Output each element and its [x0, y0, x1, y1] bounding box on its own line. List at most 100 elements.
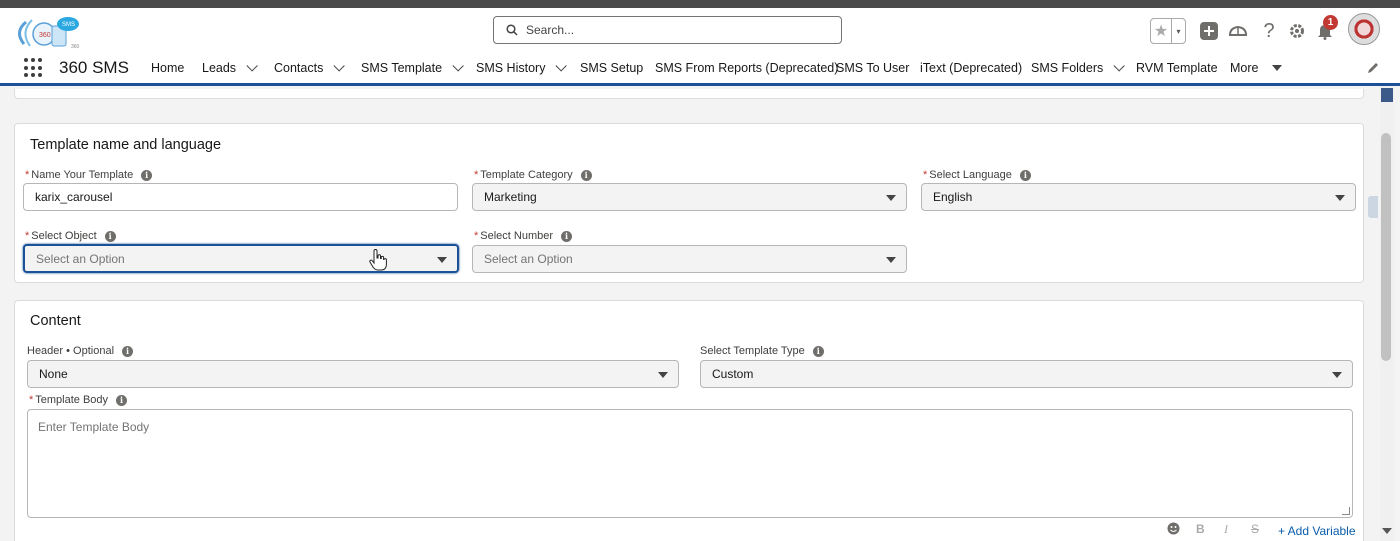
info-icon[interactable]: i: [141, 169, 153, 181]
template-category-select[interactable]: Marketing: [472, 183, 907, 211]
app-navigation-bar: 360 SMS Home Leads Contacts SMS Template…: [0, 52, 1400, 86]
header-select[interactable]: None: [27, 360, 679, 388]
required-marker: *: [474, 169, 479, 181]
select-placeholder: Select an Option: [36, 251, 125, 266]
info-icon[interactable]: i: [122, 345, 134, 357]
nav-item-label: SMS Setup: [580, 61, 644, 75]
nav-item-sms-to-user[interactable]: SMS To User: [836, 61, 909, 75]
previous-section-card: [14, 89, 1364, 99]
nav-item-contacts[interactable]: Contacts: [274, 60, 346, 75]
object-select[interactable]: Select an Option: [23, 244, 459, 273]
strikethrough-icon[interactable]: S: [1251, 522, 1259, 536]
textarea-placeholder: Enter Template Body: [38, 420, 150, 434]
template-name-input[interactable]: karix_carousel: [23, 183, 458, 211]
info-icon[interactable]: i: [580, 169, 592, 181]
trailhead-button[interactable]: [1227, 20, 1249, 42]
app-name: 360 SMS: [59, 58, 129, 77]
favorites-button[interactable]: ★ ▾: [1150, 18, 1186, 44]
template-type-label: Select Template Type i: [700, 345, 824, 357]
nav-item-sms-from-reports[interactable]: SMS From Reports (Deprecated): [655, 61, 838, 75]
help-icon[interactable]: ?: [1258, 20, 1280, 42]
info-icon[interactable]: i: [104, 230, 116, 242]
nav-item-sms-history[interactable]: SMS History: [476, 60, 568, 75]
nav-item-label: SMS History: [476, 61, 546, 75]
template-name-language-card: Template name and language * Name Your Te…: [14, 123, 1364, 283]
chevron-down-icon[interactable]: [333, 60, 346, 72]
select-language-label: * Select Language i: [923, 169, 1031, 181]
template-type-select[interactable]: Custom: [700, 360, 1353, 388]
scroll-up-arrow-icon[interactable]: [1381, 88, 1393, 102]
italic-icon[interactable]: I: [1224, 522, 1228, 537]
label-text: Header • Optional: [27, 345, 115, 357]
app-launcher-icon[interactable]: [24, 58, 44, 78]
nav-item-sms-folders[interactable]: SMS Folders: [1031, 60, 1126, 75]
caret-down-icon: [658, 372, 668, 378]
scroll-down-arrow-icon[interactable]: [1382, 528, 1392, 534]
caret-down-icon: [1332, 372, 1342, 378]
cloud-icon: [1228, 25, 1248, 36]
info-icon[interactable]: i: [561, 230, 573, 242]
chevron-down-icon[interactable]: [1113, 60, 1126, 72]
app-logo: 360 SMS 360: [18, 17, 80, 50]
global-actions-button[interactable]: [1198, 20, 1220, 42]
caret-down-icon[interactable]: [1272, 65, 1283, 71]
nav-item-label: SMS From Reports (Deprecated): [655, 61, 839, 75]
required-marker: *: [474, 230, 479, 242]
template-body-label: * Template Body i: [29, 394, 128, 406]
info-icon[interactable]: i: [812, 345, 824, 357]
nav-item-more[interactable]: More: [1230, 61, 1283, 75]
resize-handle[interactable]: [1342, 507, 1350, 515]
template-body-textarea[interactable]: Enter Template Body: [27, 409, 1353, 518]
number-select[interactable]: Select an Option: [472, 245, 907, 273]
chevron-down-icon[interactable]: [246, 60, 258, 72]
nav-item-sms-template[interactable]: SMS Template: [361, 60, 464, 75]
nav-item-label: SMS Folders: [1031, 61, 1104, 75]
template-category-label: * Template Category i: [474, 169, 592, 181]
side-panel-toggle[interactable]: [1368, 196, 1378, 218]
hand-cursor-icon: [369, 249, 387, 271]
scrollbar-thumb[interactable]: [1381, 133, 1391, 361]
nav-item-leads[interactable]: Leads: [202, 60, 258, 75]
caret-down-icon: [886, 257, 896, 263]
chevron-down-icon[interactable]: [452, 60, 464, 72]
required-marker: *: [29, 394, 34, 406]
edit-nav-pencil-icon[interactable]: [1366, 61, 1380, 75]
nav-item-sms-setup[interactable]: SMS Setup: [580, 61, 643, 75]
bold-icon[interactable]: B: [1196, 522, 1205, 536]
emoji-icon[interactable]: [1167, 522, 1180, 535]
nav-item-label: Home: [151, 61, 185, 75]
nav-item-home[interactable]: Home: [151, 61, 184, 75]
nav-item-label: Contacts: [274, 61, 324, 75]
svg-text:SMS: SMS: [62, 22, 75, 28]
caret-down-icon: [1335, 195, 1345, 201]
info-icon[interactable]: i: [1019, 169, 1031, 181]
nav-item-label: Leads: [202, 61, 237, 75]
add-variable-link[interactable]: + Add Variable: [1278, 524, 1356, 538]
global-search[interactable]: Search...: [493, 16, 842, 44]
nav-item-label: RVM Template: [1136, 61, 1218, 75]
notification-badge: 1: [1323, 15, 1338, 30]
label-text: Name Your Template: [31, 169, 134, 181]
search-icon: [506, 24, 518, 36]
nav-item-rvm-template[interactable]: RVM Template: [1136, 61, 1218, 75]
select-value: None: [39, 367, 68, 381]
nav-item-itext[interactable]: iText (Deprecated): [920, 61, 1022, 75]
favorites-dropdown-icon[interactable]: ▾: [1171, 19, 1185, 43]
required-marker: *: [25, 169, 30, 181]
nav-item-label: SMS To User: [836, 61, 910, 75]
user-avatar[interactable]: [1348, 13, 1380, 45]
star-icon[interactable]: ★: [1151, 21, 1171, 41]
language-select[interactable]: English: [921, 183, 1356, 211]
select-object-label: * Select Object i: [25, 230, 116, 242]
header-optional-label: Header • Optional i: [27, 345, 134, 357]
select-value: Custom: [712, 367, 754, 381]
required-marker: *: [923, 169, 928, 181]
caret-down-icon: [886, 195, 896, 201]
main-content: Template name and language * Name Your Te…: [0, 89, 1380, 541]
chevron-down-icon[interactable]: [555, 60, 568, 72]
setup-gear-icon[interactable]: [1286, 20, 1308, 42]
info-icon[interactable]: i: [116, 394, 128, 406]
label-text: Select Object: [31, 230, 97, 242]
window-top-strip: [0, 0, 1400, 8]
label-text: Template Body: [35, 394, 109, 406]
